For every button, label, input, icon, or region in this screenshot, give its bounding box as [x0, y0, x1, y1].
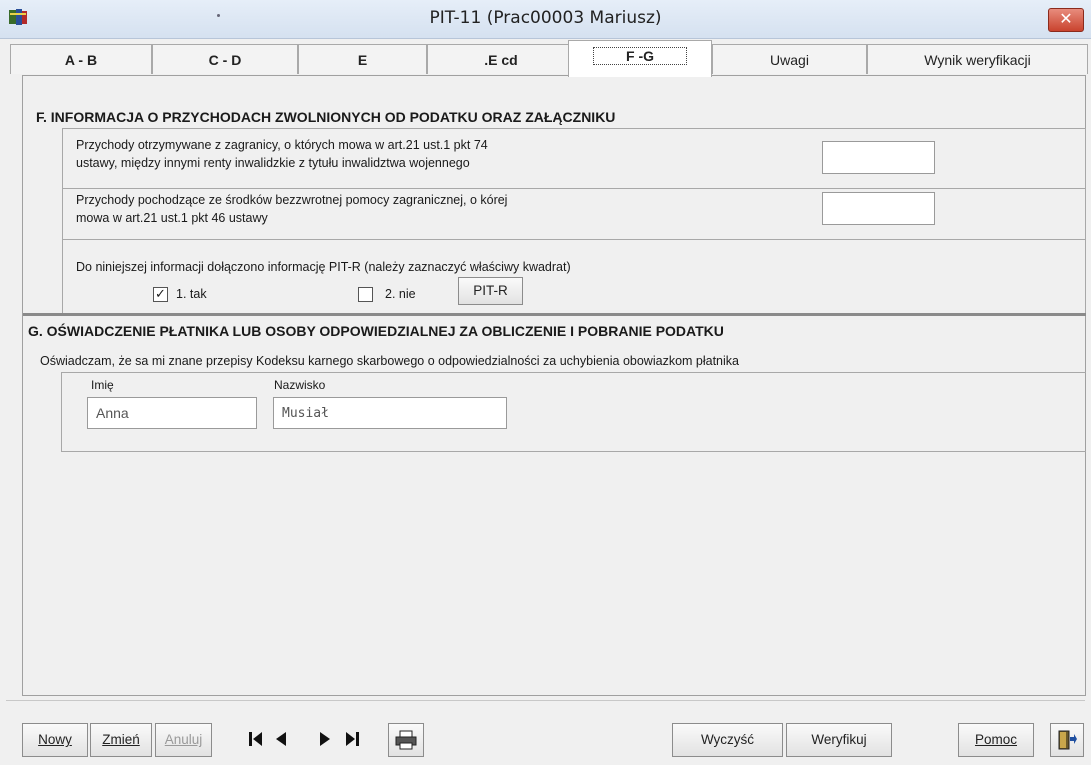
window-title: PIT-11 (Prac00003 Mariusz) — [429, 8, 662, 28]
foreign-aid-line1: Przychody pochodzące ze środków bezzwrot… — [76, 193, 508, 207]
tab-f-g-label: F -G — [593, 47, 687, 65]
new-button[interactable]: Nowy — [22, 723, 88, 757]
last-record-icon[interactable] — [340, 724, 366, 754]
edit-button[interactable]: Zmień — [90, 723, 152, 757]
exit-door-icon — [1058, 730, 1077, 750]
attachment-row — [62, 239, 1086, 313]
close-button[interactable]: ✕ — [1048, 8, 1084, 32]
attachment-yes-label: 1. tak — [176, 287, 207, 301]
cancel-button-label: Anuluj — [164, 732, 203, 747]
attachment-no-checkbox[interactable] — [358, 287, 373, 302]
attachment-text: Do niniejszej informacji dołączono infor… — [76, 260, 571, 274]
tab-uwagi[interactable]: Uwagi — [712, 44, 867, 74]
new-button-label: Nowy — [38, 732, 72, 747]
edit-button-label: Zmień — [102, 732, 140, 747]
printer-icon — [395, 730, 417, 750]
last-name-label: Nazwisko — [274, 378, 326, 392]
toolbar-separator — [6, 700, 1085, 701]
first-name-field[interactable] — [87, 397, 257, 429]
section-f-title: F. INFORMACJA O PRZYCHODACH ZWOLNIONYCH … — [36, 109, 616, 125]
verify-button[interactable]: Weryfikuj — [786, 723, 892, 757]
help-button[interactable]: Pomoc — [958, 723, 1034, 757]
print-button[interactable] — [388, 723, 424, 757]
tab-bar: A - B C - D E .E cd F -G Uwagi Wynik wer… — [10, 40, 1088, 77]
next-record-icon[interactable] — [312, 724, 338, 754]
attachment-yes-checkbox[interactable]: ✓ — [153, 287, 168, 302]
cancel-button[interactable]: Anuluj — [155, 723, 212, 757]
exit-button[interactable] — [1050, 723, 1084, 757]
foreign-aid-line2: mowa w art.21 ust.1 pkt 46 ustawy — [76, 211, 268, 225]
tab-f-g[interactable]: F -G — [568, 40, 712, 77]
tab-wynik-weryfikacji[interactable]: Wynik weryfikacji — [867, 44, 1088, 74]
first-name-label: Imię — [91, 378, 114, 392]
tab-c-d[interactable]: C - D — [152, 44, 298, 74]
section-g-title: G. OŚWIADCZENIE PŁATNIKA LUB OSOBY ODPOW… — [28, 323, 724, 339]
section-separator — [23, 313, 1086, 316]
tab-e[interactable]: E — [298, 44, 427, 74]
clear-button[interactable]: Wyczyść — [672, 723, 783, 757]
income-abroad-line2: ustawy, między innymi renty inwalidzkie … — [76, 156, 470, 170]
income-abroad-field[interactable] — [822, 141, 935, 174]
first-record-icon[interactable] — [242, 724, 268, 754]
tab-a-b[interactable]: A - B — [10, 44, 152, 74]
title-bar: PIT-11 (Prac00003 Mariusz) ✕ — [0, 0, 1091, 39]
attachment-no-label: 2. nie — [385, 287, 416, 301]
foreign-aid-field[interactable] — [822, 192, 935, 225]
previous-record-icon[interactable] — [268, 724, 294, 754]
pit-r-button[interactable]: PIT-R — [458, 277, 523, 305]
help-button-label: Pomoc — [974, 732, 1018, 747]
form-panel: F. INFORMACJA O PRZYCHODACH ZWOLNIONYCH … — [22, 75, 1086, 696]
last-name-field[interactable] — [273, 397, 507, 429]
tab-e-cd[interactable]: .E cd — [427, 44, 575, 74]
declaration-text: Oświadczam, że sa mi znane przepisy Kode… — [40, 354, 739, 368]
income-abroad-line1: Przychody otrzymywane z zagranicy, o któ… — [76, 138, 488, 152]
